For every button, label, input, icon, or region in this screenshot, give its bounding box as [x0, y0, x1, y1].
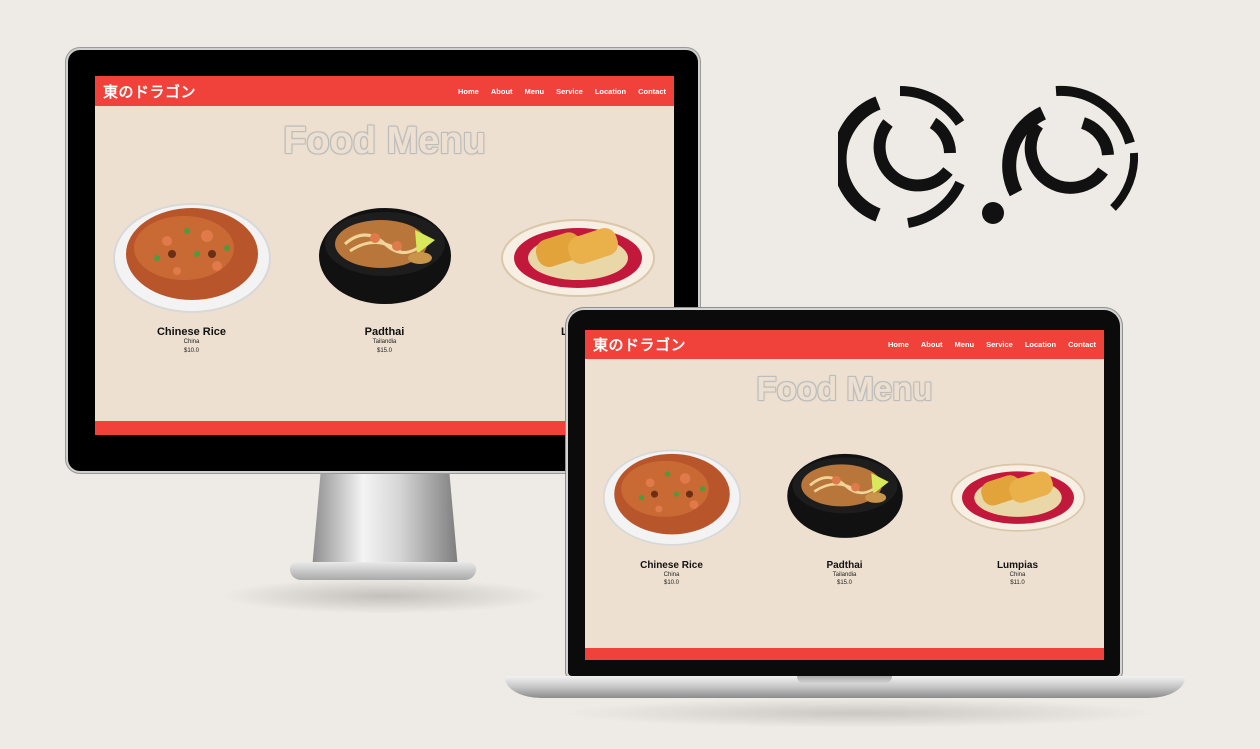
brand-mark-icon	[832, 83, 1143, 233]
food-name: Chinese Rice	[156, 326, 227, 338]
food-card-chinese-rice[interactable]: Chinese Rice China $10.0	[585, 440, 758, 587]
site-logo[interactable]: 東のドラゴン	[593, 334, 686, 355]
nav-location[interactable]: Location	[1025, 340, 1056, 349]
food-card-chinese-rice[interactable]: Chinese Rice China $10.0	[95, 196, 288, 356]
nav-menu[interactable]: Menu	[955, 340, 975, 349]
page-title: Food Menu	[756, 370, 933, 407]
nav-about[interactable]: About	[921, 340, 943, 349]
nav-links: Home About Menu Service Location Contact	[458, 87, 666, 96]
spring-roll-plate-icon	[498, 196, 658, 314]
food-origin: China	[1009, 572, 1026, 578]
monitor-stand-shadow	[220, 578, 550, 614]
monitor-stand	[312, 471, 458, 569]
food-origin: China	[663, 572, 680, 578]
nav-contact[interactable]: Contact	[1068, 340, 1096, 349]
food-name: Chinese Rice	[640, 560, 703, 571]
page-title: Food Menu	[283, 120, 486, 162]
food-price: $11.0	[1010, 580, 1025, 586]
noodle-bowl-icon	[775, 440, 915, 550]
food-price: $15.0	[836, 580, 852, 586]
food-name: Padthai	[826, 560, 863, 571]
site-navbar: 東のドラゴン Home About Menu Service Location …	[95, 76, 674, 106]
food-list: Chinese Rice China $10.0 Padthai Tailand…	[585, 440, 1104, 587]
food-name: Padthai	[364, 326, 405, 338]
food-price: $10.0	[183, 348, 199, 354]
food-card-lumpias[interactable]: Lumpias China $11.0	[931, 440, 1104, 587]
food-origin: Tailandia	[372, 339, 397, 345]
monitor-stand-base	[290, 562, 476, 580]
site-footer	[585, 648, 1104, 660]
site-navbar: 東のドラゴン Home About Menu Service Location …	[585, 330, 1104, 359]
noodle-bowl-icon	[305, 196, 465, 314]
nav-service[interactable]: Service	[986, 340, 1013, 349]
spring-roll-plate-icon	[948, 440, 1088, 550]
nav-menu[interactable]: Menu	[525, 87, 545, 96]
food-origin: China	[183, 339, 200, 345]
laptop-shadow	[560, 698, 1160, 728]
nav-location[interactable]: Location	[595, 87, 626, 96]
nav-about[interactable]: About	[491, 87, 513, 96]
nav-contact[interactable]: Contact	[638, 87, 666, 96]
nav-links: Home About Menu Service Location Contact	[888, 340, 1096, 349]
nav-service[interactable]: Service	[556, 87, 583, 96]
rice-dish-icon	[602, 440, 742, 550]
nav-home[interactable]: Home	[888, 340, 909, 349]
rice-dish-icon	[112, 196, 272, 314]
food-card-padthai[interactable]: Padthai Tailandia $15.0	[288, 196, 481, 356]
food-origin: Tailandia	[832, 572, 857, 578]
nav-home[interactable]: Home	[458, 87, 479, 96]
site-logo[interactable]: 東のドラゴン	[103, 81, 196, 102]
food-price: $10.0	[663, 580, 679, 586]
laptop-notch	[797, 676, 892, 684]
food-price: $15.0	[376, 348, 392, 354]
laptop-screen: 東のドラゴン Home About Menu Service Location …	[585, 330, 1104, 660]
food-card-padthai[interactable]: Padthai Tailandia $15.0	[758, 440, 931, 587]
food-name: Lumpias	[996, 560, 1039, 571]
